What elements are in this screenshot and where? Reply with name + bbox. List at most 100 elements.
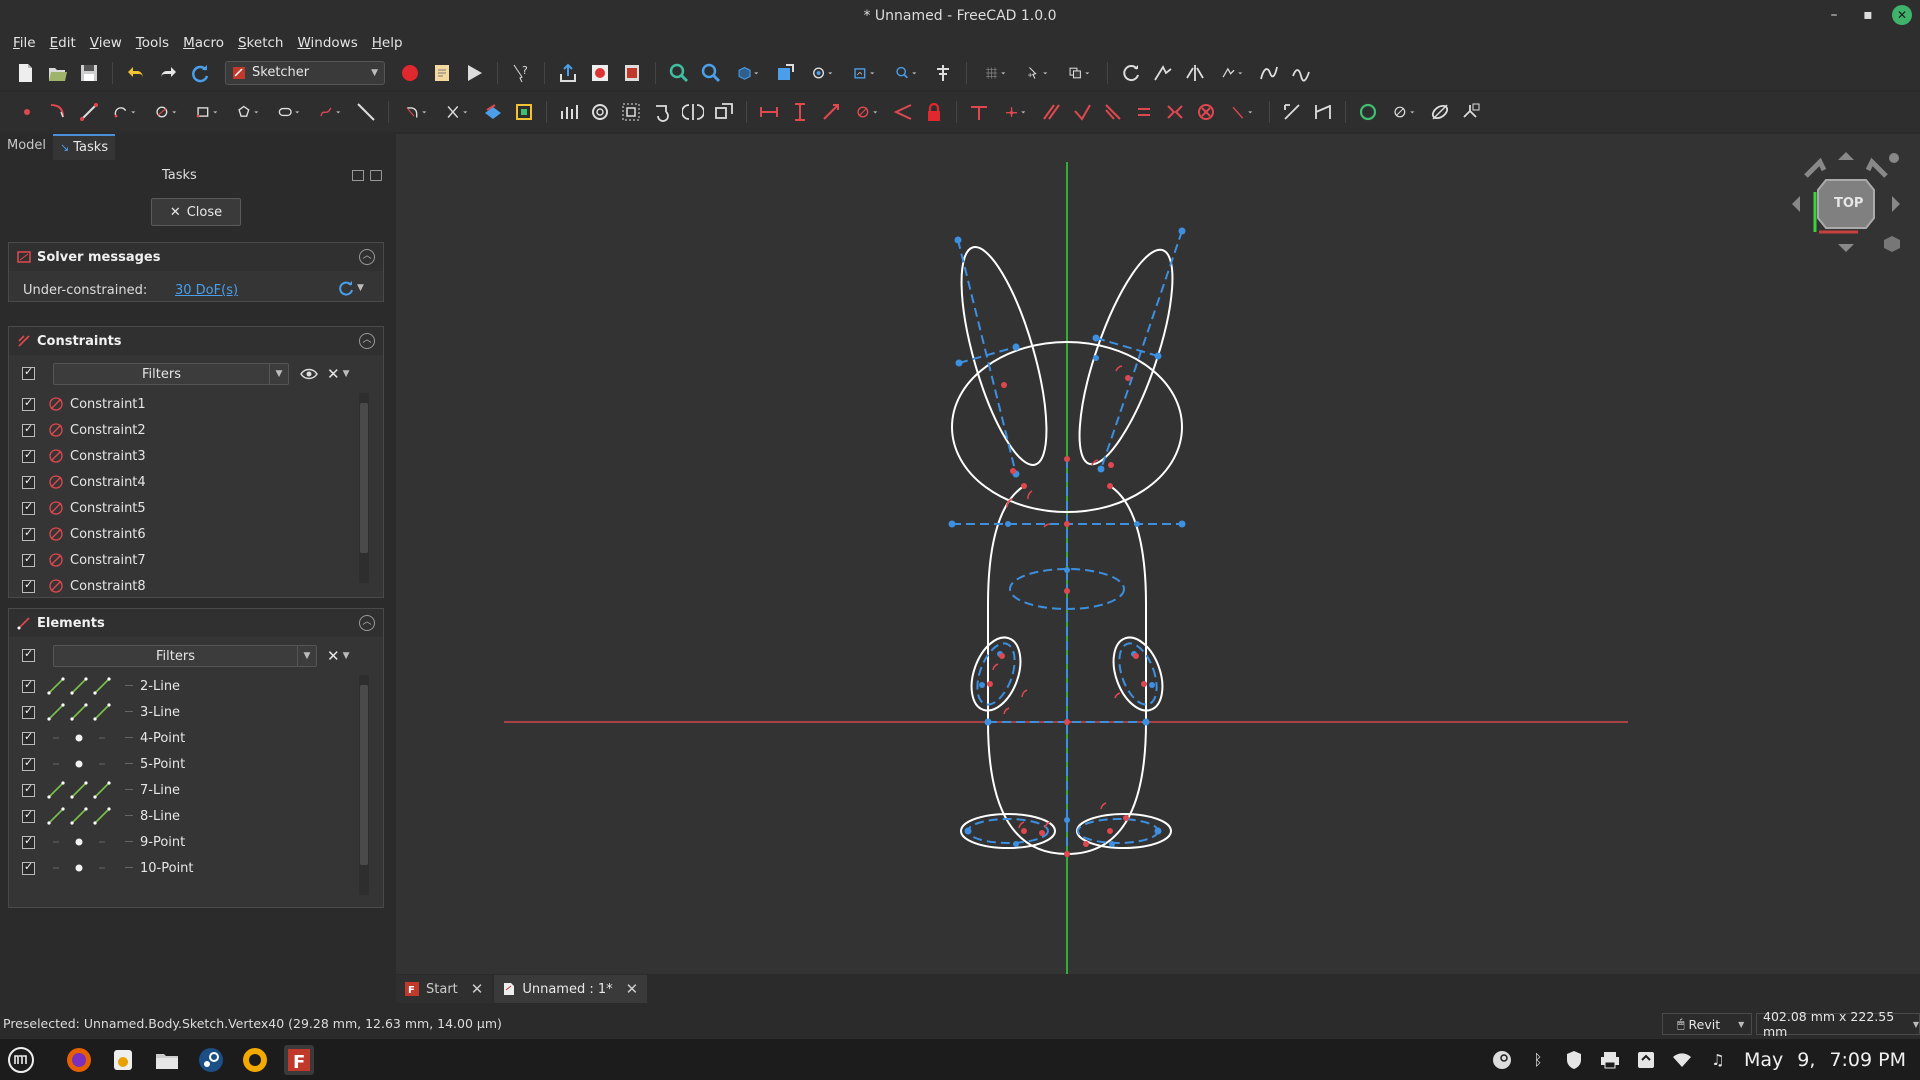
elements-header[interactable]: Elements ︿	[9, 609, 383, 637]
3d-viewport[interactable]: TOP	[396, 134, 1920, 974]
bspline-icon[interactable]	[1256, 60, 1282, 86]
constraint-row[interactable]: Constraint5	[9, 495, 383, 521]
leave-sketch-icon[interactable]	[619, 60, 645, 86]
element-row[interactable]: 5-Point	[9, 751, 383, 777]
fit-selection-icon[interactable]	[698, 60, 724, 86]
view-rotate-icon[interactable]	[772, 60, 798, 86]
tab-model[interactable]: Model	[0, 134, 53, 160]
constrain-parallel-icon[interactable]	[1038, 99, 1064, 125]
toggle-construction-icon[interactable]	[511, 99, 537, 125]
arc-icon[interactable]	[107, 99, 143, 125]
open-file-icon[interactable]	[44, 60, 70, 86]
external-geometry-icon[interactable]	[480, 99, 506, 125]
merge-sketch-icon[interactable]	[1150, 60, 1176, 86]
toggle-active-constraint-icon[interactable]	[1310, 99, 1336, 125]
media-player-icon[interactable]	[108, 1045, 138, 1075]
draw-style-icon[interactable]	[804, 60, 840, 86]
snap-icon[interactable]	[1019, 60, 1055, 86]
fit-all-icon[interactable]	[666, 60, 692, 86]
constrain-perpendicular-icon[interactable]	[1069, 99, 1095, 125]
circle-icon[interactable]	[148, 99, 184, 125]
sketch-canvas[interactable]	[396, 134, 1920, 974]
float-panel-icon[interactable]	[352, 170, 364, 181]
constraints-header[interactable]: Constraints ︿	[9, 327, 383, 355]
fillet-icon[interactable]	[398, 99, 434, 125]
navigation-cube[interactable]: TOP	[1782, 140, 1910, 268]
array-icon[interactable]	[556, 99, 582, 125]
slot-icon[interactable]	[271, 99, 307, 125]
element-row[interactable]: 2-Line	[9, 673, 383, 699]
new-file-icon[interactable]	[12, 60, 38, 86]
constraint-row[interactable]: Constraint8	[9, 573, 383, 595]
standard-views-icon[interactable]	[730, 60, 766, 86]
clock[interactable]: May 9, 7:09 PM	[1744, 1049, 1906, 1071]
grid-icon[interactable]	[977, 60, 1013, 86]
measure-icon[interactable]	[888, 60, 924, 86]
show-hide-internal-geometry-icon[interactable]	[1427, 99, 1453, 125]
constrain-diameter-icon[interactable]	[849, 99, 885, 125]
point-icon[interactable]	[14, 99, 40, 125]
constraint-row[interactable]: Constraint2	[9, 417, 383, 443]
close-tab-icon[interactable]: ✕	[626, 980, 639, 998]
rendering-order-icon[interactable]	[1061, 60, 1097, 86]
start-menu-icon[interactable]	[6, 1045, 36, 1075]
constraint-row[interactable]: Constraint1	[9, 391, 383, 417]
bspline-knot-icon[interactable]	[1288, 60, 1314, 86]
tab-unnamed[interactable]: Unnamed : 1* ✕	[494, 975, 648, 1003]
validate-sketch-icon[interactable]	[1118, 60, 1144, 86]
constraint-row[interactable]: Constraint3	[9, 443, 383, 469]
select-elements-icon[interactable]	[1386, 99, 1422, 125]
menu-sketch[interactable]: Sketch	[231, 35, 291, 51]
menu-macro[interactable]: Macro	[176, 35, 231, 51]
shield-icon[interactable]	[1564, 1050, 1584, 1070]
constrain-point-on-object-icon[interactable]	[997, 99, 1033, 125]
element-checkbox[interactable]	[22, 704, 35, 719]
line-icon[interactable]	[76, 99, 102, 125]
firefox-icon[interactable]	[64, 1045, 94, 1075]
restore-internal-alignment-icon[interactable]	[1458, 99, 1484, 125]
constraint-checkbox[interactable]	[22, 552, 35, 567]
menu-file[interactable]: File	[6, 35, 43, 51]
polygon-icon[interactable]	[230, 99, 266, 125]
navigation-style-selector[interactable]: 🖱 Revit ▼	[1662, 1013, 1752, 1035]
constraints-select-all-checkbox[interactable]	[22, 365, 35, 380]
toggle-driving-icon[interactable]	[1279, 99, 1305, 125]
collapse-icon[interactable]: ︿	[359, 249, 375, 265]
undock-panel-icon[interactable]	[370, 170, 382, 181]
element-checkbox[interactable]	[22, 860, 35, 875]
menu-windows[interactable]: Windows	[290, 35, 364, 51]
macro-editor-icon[interactable]	[429, 60, 455, 86]
wifi-icon[interactable]	[1672, 1050, 1692, 1070]
element-row[interactable]: 3-Line	[9, 699, 383, 725]
elements-select-all-checkbox[interactable]	[22, 647, 35, 662]
constrain-vertical-distance-icon[interactable]	[787, 99, 813, 125]
undo-icon[interactable]	[123, 60, 149, 86]
game-launcher-icon[interactable]	[240, 1045, 270, 1075]
freecad-taskbar-icon[interactable]: F	[284, 1045, 314, 1075]
collapse-icon[interactable]: ︿	[359, 333, 375, 349]
redo-icon[interactable]	[155, 60, 181, 86]
constrain-coincident-icon[interactable]	[966, 99, 992, 125]
scale-icon[interactable]	[618, 99, 644, 125]
constraint-row[interactable]: Constraint4	[9, 469, 383, 495]
close-tab-icon[interactable]: ✕	[471, 980, 484, 998]
element-checkbox[interactable]	[22, 834, 35, 849]
constrain-angle-icon[interactable]	[890, 99, 916, 125]
elements-scrollbar[interactable]	[359, 675, 369, 895]
music-icon[interactable]: ♫	[1708, 1050, 1728, 1070]
element-checkbox[interactable]	[22, 730, 35, 745]
constraint-checkbox[interactable]	[22, 578, 35, 593]
workbench-selector[interactable]: Sketcher ▼	[225, 60, 385, 85]
constraint-checkbox[interactable]	[22, 500, 35, 515]
visibility-eye-icon[interactable]	[300, 365, 318, 387]
maximize-button[interactable]: ▪	[1858, 5, 1878, 25]
constrain-block-icon[interactable]	[1193, 99, 1219, 125]
tab-tasks[interactable]: ↘ Tasks	[53, 134, 116, 160]
run-macro-icon[interactable]	[461, 60, 487, 86]
constrain-tangent-icon[interactable]	[1100, 99, 1126, 125]
refresh-icon[interactable]	[187, 60, 213, 86]
constraint-row[interactable]: Constraint7	[9, 547, 383, 573]
notifications-icon[interactable]	[1636, 1050, 1656, 1070]
elements-filter-dropdown[interactable]: Filters ▼	[53, 645, 317, 667]
steam-icon[interactable]	[196, 1045, 226, 1075]
